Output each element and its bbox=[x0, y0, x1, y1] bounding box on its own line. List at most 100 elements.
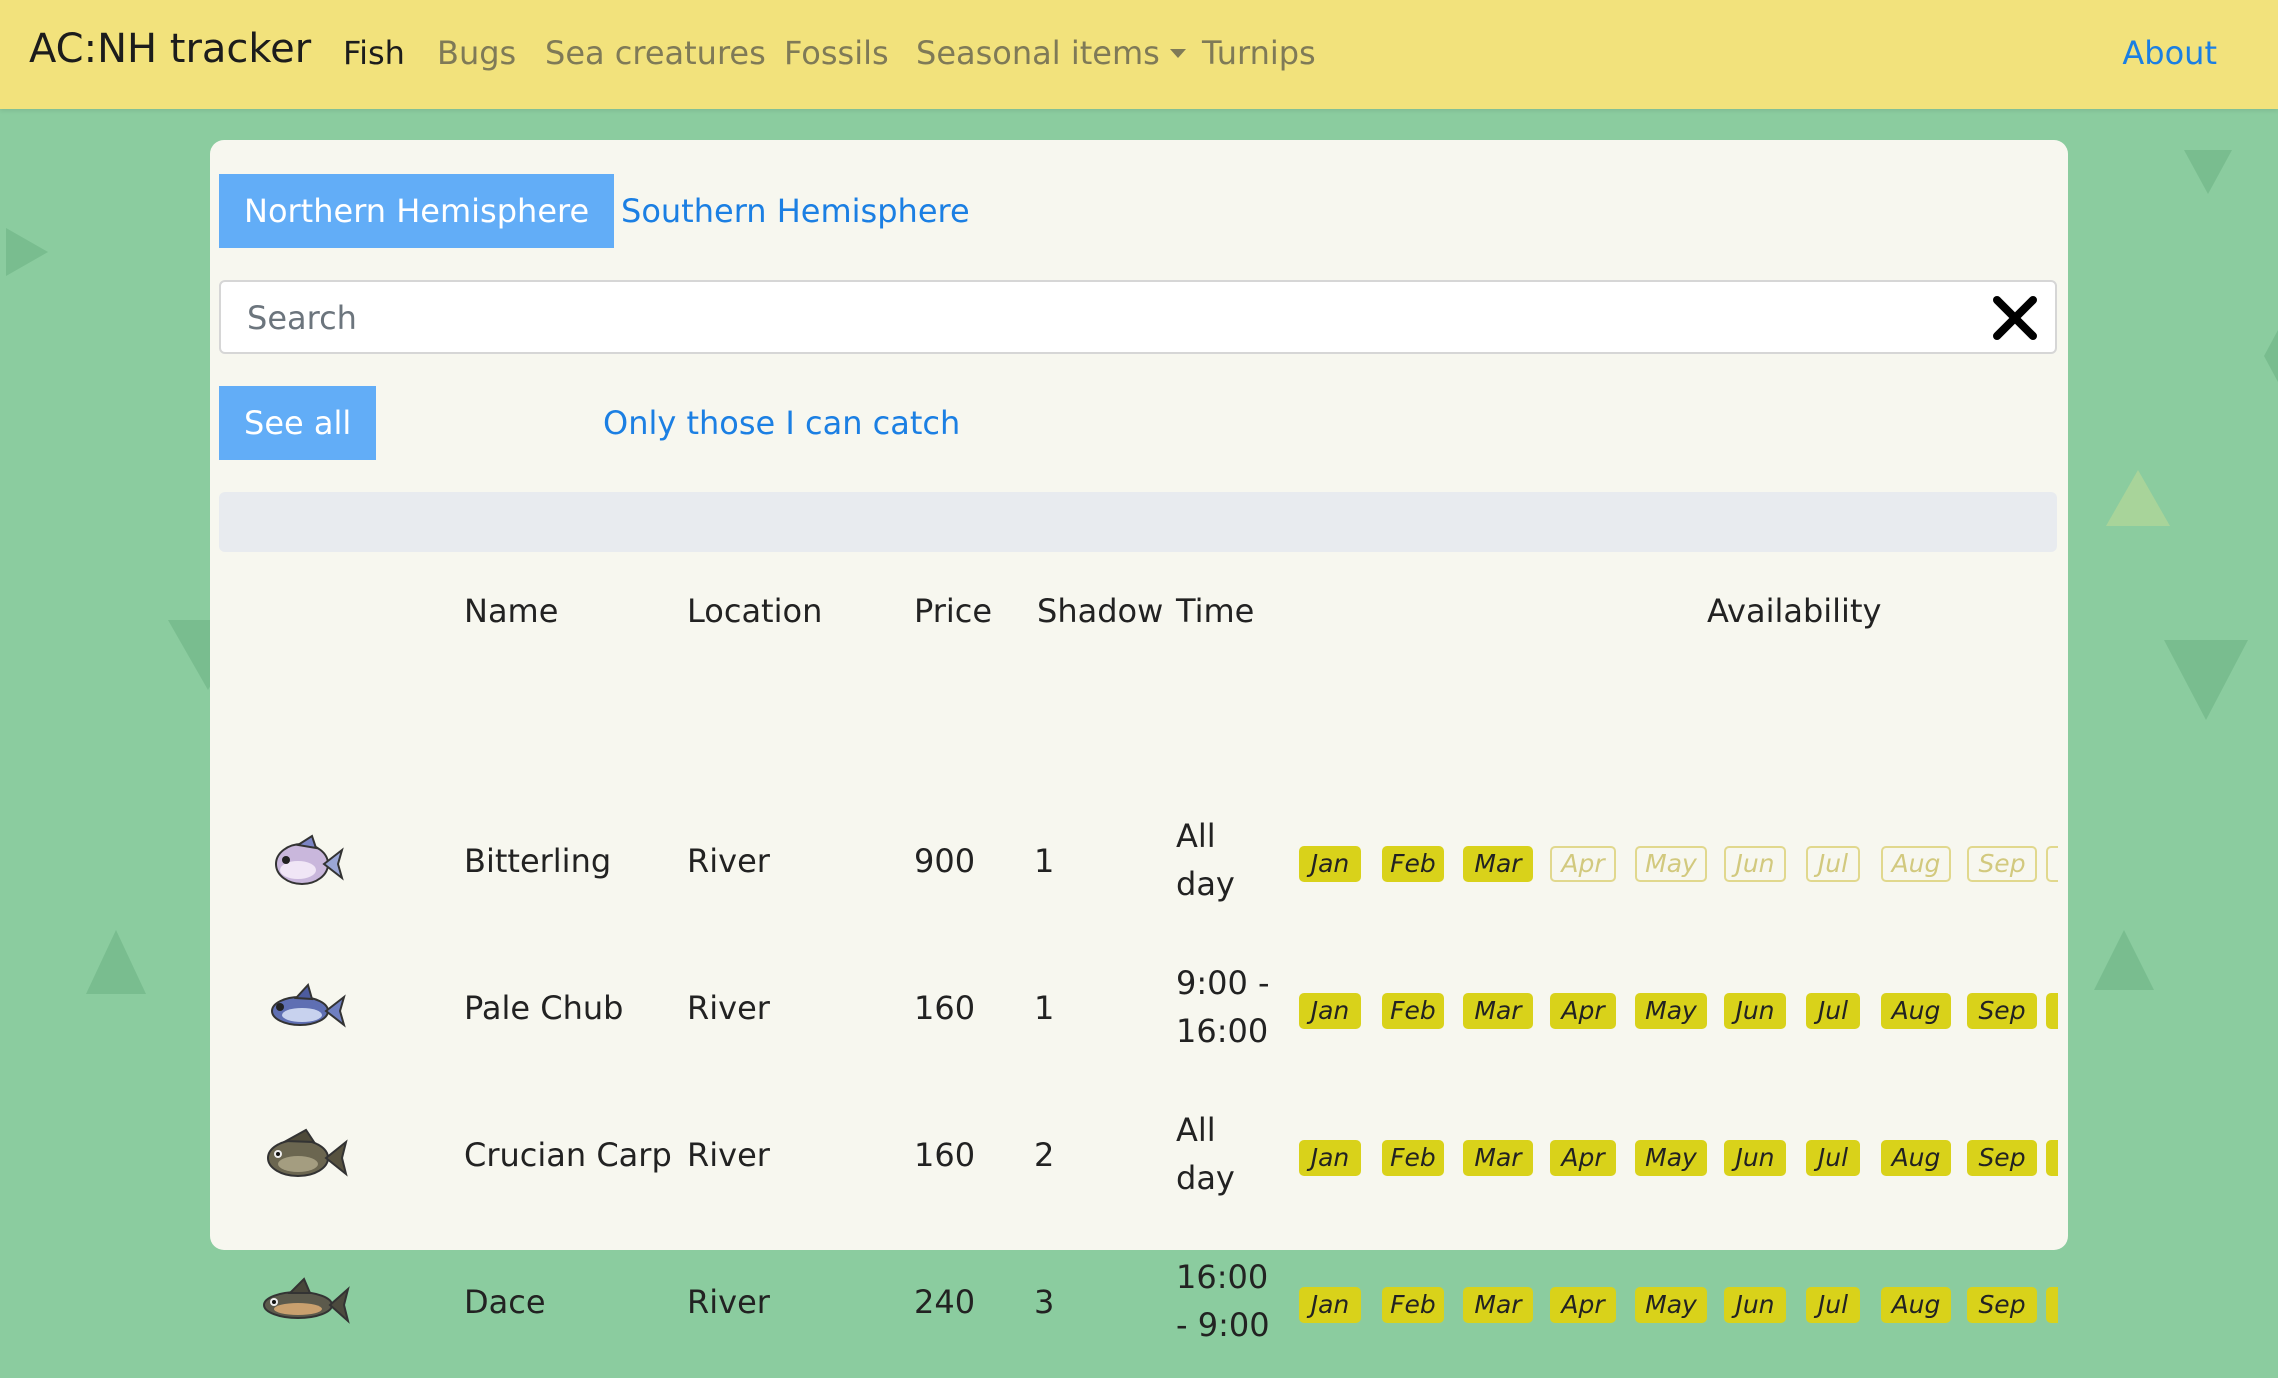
month-badge: Feb bbox=[1382, 1287, 1444, 1323]
month-badge: Jun bbox=[1724, 993, 1786, 1029]
availability-months: Jan Feb Mar Apr May Jun Jul Aug Sep bbox=[1288, 1136, 2058, 1186]
month-badge: Aug bbox=[1881, 1140, 1951, 1176]
chevron-down-icon bbox=[1169, 49, 1186, 58]
availability-months: Jan Feb Mar Apr May Jun Jul Aug Sep bbox=[1288, 1283, 2058, 1333]
month-badge: Apr bbox=[1550, 993, 1616, 1029]
column-header-price[interactable]: Price bbox=[914, 592, 992, 630]
brand-title[interactable]: AC:NH tracker bbox=[29, 26, 311, 72]
fish-time-line1: 9:00 - bbox=[1176, 964, 1270, 1002]
month-badge: Mar bbox=[1463, 1140, 1533, 1176]
month-badge: Feb bbox=[1382, 993, 1444, 1029]
fish-time-line1: 16:00 bbox=[1176, 1258, 1269, 1296]
month-badge: Aug bbox=[1881, 993, 1951, 1029]
month-badge: Mar bbox=[1463, 1287, 1533, 1323]
month-badge: Apr bbox=[1550, 1140, 1616, 1176]
availability-months: Jan Feb Mar Apr May Jun Jul Aug Sep bbox=[1288, 989, 2058, 1039]
month-badge-clipped bbox=[2046, 1140, 2058, 1176]
fish-time-line1: All bbox=[1176, 817, 1216, 855]
month-badge: Jan bbox=[1299, 1140, 1361, 1176]
crucian-carp-icon bbox=[267, 1128, 348, 1177]
fish-time: 16:00 - 9:00 bbox=[1176, 1253, 1270, 1349]
column-header-availability: Availability bbox=[1707, 592, 1882, 630]
column-header-shadow[interactable]: Shadow bbox=[1037, 592, 1163, 630]
nav-item-seasonal-items-label: Seasonal items bbox=[916, 34, 1160, 72]
month-badge: May bbox=[1635, 993, 1707, 1029]
month-badge: Jul bbox=[1806, 1140, 1860, 1176]
fish-location: River bbox=[687, 989, 770, 1027]
nav-item-sea-creatures[interactable]: Sea creatures bbox=[545, 34, 766, 72]
month-badge: Mar bbox=[1463, 993, 1533, 1029]
table-row[interactable]: Crucian Carp River 160 2 All day Jan Feb M… bbox=[210, 1084, 2068, 1231]
month-badge: Jun bbox=[1724, 1287, 1786, 1323]
month-badge: Aug bbox=[1881, 846, 1951, 882]
main-card: Northern Hemisphere Southern Hemisphere … bbox=[210, 140, 2068, 1344]
month-badge: Jun bbox=[1724, 846, 1786, 882]
background-triangle bbox=[6, 228, 48, 276]
filter-bar bbox=[219, 492, 2057, 552]
nav-item-about[interactable]: About bbox=[2122, 34, 2217, 72]
month-badge: May bbox=[1635, 846, 1707, 882]
nav-item-turnips[interactable]: Turnips bbox=[1202, 34, 1316, 72]
fish-time-line2: 16:00 bbox=[1176, 1012, 1269, 1050]
background-triangle bbox=[2094, 930, 2154, 990]
month-badge: Feb bbox=[1382, 1140, 1444, 1176]
fish-location: River bbox=[687, 1136, 770, 1174]
fish-price: 160 bbox=[914, 989, 976, 1027]
pale-chub-icon bbox=[271, 983, 346, 1028]
month-badge: Feb bbox=[1382, 846, 1444, 882]
filter-only-catchable[interactable]: Only those I can catch bbox=[578, 386, 985, 460]
close-icon[interactable] bbox=[1991, 294, 2039, 342]
background-triangle bbox=[2264, 330, 2278, 382]
table-row[interactable]: Bitterling River 900 1 All day Jan Feb Mar… bbox=[210, 790, 2068, 937]
month-badge: Mar bbox=[1463, 846, 1533, 882]
background-triangle bbox=[2184, 150, 2232, 194]
fish-time: 9:00 - 16:00 bbox=[1176, 959, 1270, 1055]
availability-months: Jan Feb Mar Apr May Jun Jul Aug Sep bbox=[1288, 842, 2058, 892]
fish-shadow: 1 bbox=[1034, 989, 1055, 1027]
nav-item-fish[interactable]: Fish bbox=[343, 34, 405, 72]
table-row[interactable]: Dace River 240 3 16:00 - 9:00 Jan Feb Mar A… bbox=[210, 1231, 2068, 1378]
month-badge: Jun bbox=[1724, 1140, 1786, 1176]
month-badge-clipped bbox=[2046, 1287, 2058, 1323]
fish-name: Pale Chub bbox=[464, 989, 624, 1027]
fish-time-line2: - 9:00 bbox=[1176, 1306, 1270, 1344]
filter-see-all[interactable]: See all bbox=[219, 386, 377, 460]
month-badge: Jan bbox=[1299, 1287, 1361, 1323]
fish-time-line1: All bbox=[1176, 1111, 1216, 1149]
month-badge: Jan bbox=[1299, 846, 1361, 882]
bitterling-icon bbox=[275, 834, 344, 885]
fish-shadow: 2 bbox=[1034, 1136, 1055, 1174]
month-badge: Apr bbox=[1550, 1287, 1616, 1323]
month-badge: Jan bbox=[1299, 993, 1361, 1029]
fish-time-line2: day bbox=[1176, 865, 1235, 903]
fish-location: River bbox=[687, 842, 770, 880]
month-badge: Jul bbox=[1806, 846, 1860, 882]
tab-southern-hemisphere[interactable]: Southern Hemisphere bbox=[596, 174, 995, 248]
search-input[interactable] bbox=[245, 282, 1949, 354]
month-badge: May bbox=[1635, 1140, 1707, 1176]
nav-item-bugs[interactable]: Bugs bbox=[437, 34, 516, 72]
background-triangle bbox=[86, 930, 146, 994]
top-navbar: AC:NH tracker Fish Bugs Sea creatures Fo… bbox=[0, 0, 2278, 109]
month-badge-clipped bbox=[2046, 993, 2058, 1029]
dace-icon bbox=[263, 1277, 350, 1324]
nav-item-fossils[interactable]: Fossils bbox=[784, 34, 889, 72]
month-badge: Sep bbox=[1967, 846, 2037, 882]
month-badge: Sep bbox=[1967, 1287, 2037, 1323]
table-row[interactable]: Pale Chub River 160 1 9:00 - 16:00 Jan Fe… bbox=[210, 937, 2068, 1084]
month-badge: Jul bbox=[1806, 1287, 1860, 1323]
column-header-name[interactable]: Name bbox=[464, 592, 558, 630]
fish-shadow: 1 bbox=[1034, 842, 1055, 880]
search-box bbox=[219, 280, 2057, 354]
fish-time-line2: day bbox=[1176, 1159, 1235, 1197]
fish-price: 900 bbox=[914, 842, 976, 880]
tab-northern-hemisphere[interactable]: Northern Hemisphere bbox=[219, 174, 615, 248]
column-header-time[interactable]: Time bbox=[1176, 592, 1254, 630]
nav-item-seasonal-items-dropdown[interactable]: Seasonal items bbox=[916, 34, 1186, 72]
background-triangle bbox=[2164, 640, 2248, 720]
background-triangle bbox=[2106, 470, 2170, 526]
column-header-location[interactable]: Location bbox=[687, 592, 822, 630]
fish-time: All day bbox=[1176, 812, 1235, 908]
fish-price: 240 bbox=[914, 1283, 976, 1321]
month-badge: Sep bbox=[1967, 1140, 2037, 1176]
